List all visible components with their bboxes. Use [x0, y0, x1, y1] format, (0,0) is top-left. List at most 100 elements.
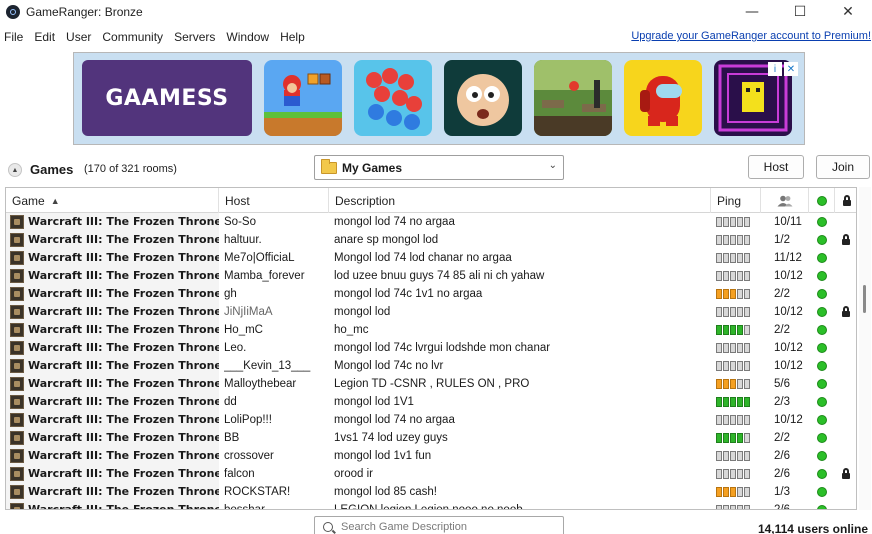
window-controls: — ☐ ✕	[728, 0, 872, 24]
host-button[interactable]: Host	[748, 155, 804, 179]
column-players[interactable]	[761, 188, 809, 213]
join-button[interactable]: Join	[816, 155, 870, 179]
ping-bar	[723, 343, 729, 353]
ping-bar	[716, 361, 722, 371]
game-cell: Warcraft III: The Frozen Throne	[6, 375, 219, 393]
ad-tile-impostor[interactable]	[624, 60, 702, 136]
ping-bar	[723, 451, 729, 461]
game-name: Warcraft III: The Frozen Throne	[28, 233, 219, 246]
table-body: Warcraft III: The Frozen Throne So-So mong…	[6, 213, 856, 510]
table-row[interactable]: Warcraft III: The Frozen Throne crossover…	[6, 447, 856, 465]
table-row[interactable]: Warcraft III: The Frozen Throne falcon oro…	[6, 465, 856, 483]
column-host[interactable]: Host	[219, 188, 329, 213]
menu-window[interactable]: Window	[222, 30, 273, 44]
description-cell: Mongol lod 74c no lvr	[334, 360, 444, 372]
game-filter-dropdown[interactable]: My Games ⌄	[314, 155, 564, 180]
table-row[interactable]: Warcraft III: The Frozen Throne dd mongol …	[6, 393, 856, 411]
search-game-description-box[interactable]	[314, 516, 564, 534]
games-table: Game ▲ Host Description Ping Warcraft II…	[5, 187, 857, 510]
ad-info-icon[interactable]: i	[768, 62, 782, 76]
ping-bar	[716, 379, 722, 389]
table-row[interactable]: Warcraft III: The Frozen Throne BB 1vs1 74…	[6, 429, 856, 447]
host-cell: LoliPop!!!	[224, 414, 272, 426]
game-name: Warcraft III: The Frozen Throne	[28, 323, 219, 336]
players-cell: 11/12	[774, 252, 802, 264]
column-game[interactable]: Game ▲	[6, 188, 219, 213]
game-name: Warcraft III: The Frozen Throne	[28, 431, 219, 444]
ad-tile-crowd-runner[interactable]	[354, 60, 432, 136]
host-cell: Leo.	[224, 342, 247, 354]
description-cell: mongol lod 85 cash!	[334, 486, 437, 498]
ping-bar	[744, 325, 750, 335]
menu-file[interactable]: File	[0, 30, 27, 44]
table-row[interactable]: Warcraft III: The Frozen Throne ___Kevin_…	[6, 357, 856, 375]
ad-banner[interactable]: GAAMESS i ✕	[73, 52, 805, 145]
game-name: Warcraft III: The Frozen Throne	[28, 503, 219, 510]
ping-bar	[716, 325, 722, 335]
table-row[interactable]: Warcraft III: The Frozen Throne So-So mong…	[6, 213, 856, 231]
menu-user[interactable]: User	[62, 30, 95, 44]
table-row[interactable]: Warcraft III: The Frozen Throne Ho_mC ho_m…	[6, 321, 856, 339]
host-cell: crossover	[224, 450, 274, 462]
ping-bar	[723, 361, 729, 371]
ping-bar	[737, 307, 743, 317]
players-cell: 2/3	[774, 396, 790, 408]
players-cell: 2/6	[774, 468, 790, 480]
upgrade-premium-link[interactable]: Upgrade your GameRanger account to Premi…	[631, 30, 871, 42]
game-cell: Warcraft III: The Frozen Throne	[6, 285, 219, 303]
ping-bar	[737, 235, 743, 245]
ping-bar	[730, 415, 736, 425]
menu-edit[interactable]: Edit	[30, 30, 59, 44]
game-cell: Warcraft III: The Frozen Throne	[6, 303, 219, 321]
table-row[interactable]: Warcraft III: The Frozen Throne ROCKSTAR!…	[6, 483, 856, 501]
minimize-button[interactable]: —	[728, 0, 776, 24]
warcraft-game-icon	[10, 377, 24, 391]
table-row[interactable]: Warcraft III: The Frozen Throne bosshar LE…	[6, 501, 856, 510]
ping-bar	[716, 307, 722, 317]
table-row[interactable]: Warcraft III: The Frozen Throne Leo. mongo…	[6, 339, 856, 357]
ad-tile-platformer[interactable]	[264, 60, 342, 136]
status-open-icon	[817, 253, 827, 263]
sort-ascending-icon: ▲	[50, 195, 60, 206]
close-button[interactable]: ✕	[824, 0, 872, 24]
ping-bar	[723, 307, 729, 317]
menu-servers[interactable]: Servers	[170, 30, 219, 44]
table-row[interactable]: Warcraft III: The Frozen Throne Mamba_for…	[6, 267, 856, 285]
scrollbar-thumb[interactable]	[863, 285, 866, 313]
search-input[interactable]	[341, 521, 541, 533]
menu-help[interactable]: Help	[276, 30, 309, 44]
menu-community[interactable]: Community	[98, 30, 167, 44]
column-lock[interactable]	[835, 188, 856, 213]
ping-bar	[737, 433, 743, 443]
table-row[interactable]: Warcraft III: The Frozen Throne LoliPop!!…	[6, 411, 856, 429]
game-name: Warcraft III: The Frozen Throne	[28, 341, 219, 354]
window-title: GameRanger: Bronze	[26, 5, 143, 19]
column-description[interactable]: Description	[329, 188, 711, 213]
game-name: Warcraft III: The Frozen Throne	[28, 269, 219, 282]
ping-bar	[737, 325, 743, 335]
table-scrollbar[interactable]	[859, 187, 871, 510]
column-status[interactable]	[809, 188, 835, 213]
table-row[interactable]: Warcraft III: The Frozen Throne JiNjIiMaA…	[6, 303, 856, 321]
host-cell: dd	[224, 396, 237, 408]
table-row[interactable]: Warcraft III: The Frozen Throne gh mongol …	[6, 285, 856, 303]
ping-bar	[716, 451, 722, 461]
maximize-button[interactable]: ☐	[776, 0, 824, 24]
ping-bar	[737, 469, 743, 479]
ad-tile-cartoon-face[interactable]	[444, 60, 522, 136]
ping-bar	[744, 361, 750, 371]
ad-brand-logo[interactable]: GAAMESS	[82, 60, 252, 136]
description-cell: mongol lod 1V1	[334, 396, 414, 408]
warcraft-game-icon	[10, 359, 24, 373]
ad-tile-jungle-runner[interactable]	[534, 60, 612, 136]
warcraft-game-icon	[10, 251, 24, 265]
ping-bar	[730, 487, 736, 497]
column-ping[interactable]: Ping	[711, 188, 761, 213]
table-row[interactable]: Warcraft III: The Frozen Throne haltuur. a…	[6, 231, 856, 249]
ping-bar	[730, 307, 736, 317]
collapse-games-button[interactable]: ▲	[8, 163, 22, 177]
ad-close-icon[interactable]: ✕	[784, 62, 798, 76]
table-row[interactable]: Warcraft III: The Frozen Throne Me7o|Offi…	[6, 249, 856, 267]
table-row[interactable]: Warcraft III: The Frozen Throne Malloythe…	[6, 375, 856, 393]
status-open-icon	[817, 505, 827, 509]
